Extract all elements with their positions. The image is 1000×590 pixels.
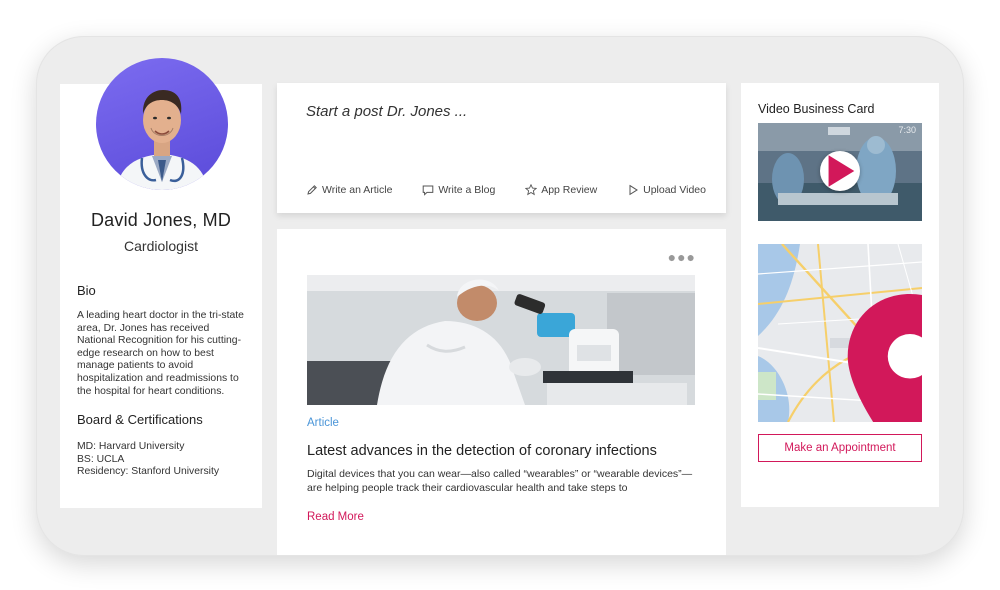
- play-icon: [828, 155, 855, 187]
- write-blog-label: Write a Blog: [438, 184, 496, 196]
- composer-actions: Write an Article Write a Blog App Review…: [306, 184, 706, 196]
- play-button[interactable]: [820, 151, 860, 191]
- article-excerpt: Digital devices that you can wear—also c…: [307, 468, 693, 494]
- video-thumbnail[interactable]: 7:30: [758, 123, 922, 221]
- certification-item: BS: UCLA: [77, 453, 125, 465]
- doctor-name: David Jones, MD: [90, 210, 232, 230]
- side-card: Video Business Card 7:30 Make an Appoint…: [741, 83, 939, 507]
- upload-video-button[interactable]: Upload Video: [627, 184, 706, 196]
- write-blog-button[interactable]: Write a Blog: [422, 184, 495, 196]
- article-image[interactable]: [307, 275, 695, 405]
- upload-video-label: Upload Video: [643, 184, 706, 196]
- article-tag[interactable]: Article: [307, 417, 339, 429]
- chat-bubble-icon: [423, 185, 434, 196]
- certifications-heading: Board & Certifications: [77, 412, 203, 427]
- video-duration: 7:30: [898, 125, 916, 135]
- location-map[interactable]: [758, 244, 922, 422]
- app-review-label: App Review: [541, 184, 598, 196]
- star-icon: [525, 184, 538, 196]
- doctor-specialty: Cardiologist: [124, 238, 198, 254]
- write-article-button[interactable]: Write an Article: [306, 184, 392, 196]
- profile-card: David Jones, MD Cardiologist Bio A leadi…: [60, 58, 262, 508]
- map-pin-icon[interactable]: [828, 294, 922, 422]
- more-horizontal-icon[interactable]: ●●●: [668, 249, 696, 265]
- composer-placeholder[interactable]: Start a post Dr. Jones ...: [306, 103, 467, 120]
- make-appointment-button[interactable]: Make an Appointment: [758, 434, 922, 462]
- video-card-title: Video Business Card: [758, 102, 875, 116]
- read-more-link[interactable]: Read More: [307, 511, 364, 523]
- certification-item: Residency: Stanford University: [77, 466, 220, 478]
- article-title[interactable]: Latest advances in the detection of coro…: [307, 443, 657, 459]
- app-review-button[interactable]: App Review: [525, 184, 597, 196]
- certification-item: MD: Harvard University: [77, 441, 185, 452]
- doctor-portrait: [116, 90, 208, 190]
- avatar[interactable]: [96, 58, 228, 190]
- play-outline-icon: [629, 184, 639, 196]
- post-composer[interactable]: Start a post Dr. Jones ... Write an Arti…: [277, 83, 726, 213]
- lab-microscope-photo: [307, 275, 695, 405]
- bio-text: A leading heart doctor in the tri-state …: [77, 310, 244, 397]
- certifications-list: MD: Harvard University BS: UCLA Residenc…: [77, 441, 252, 479]
- bio-heading: Bio: [77, 283, 96, 298]
- write-article-label: Write an Article: [322, 184, 393, 196]
- pencil-icon: [307, 185, 317, 195]
- article-card: ●●● Article Latest advances in the detec…: [277, 229, 726, 555]
